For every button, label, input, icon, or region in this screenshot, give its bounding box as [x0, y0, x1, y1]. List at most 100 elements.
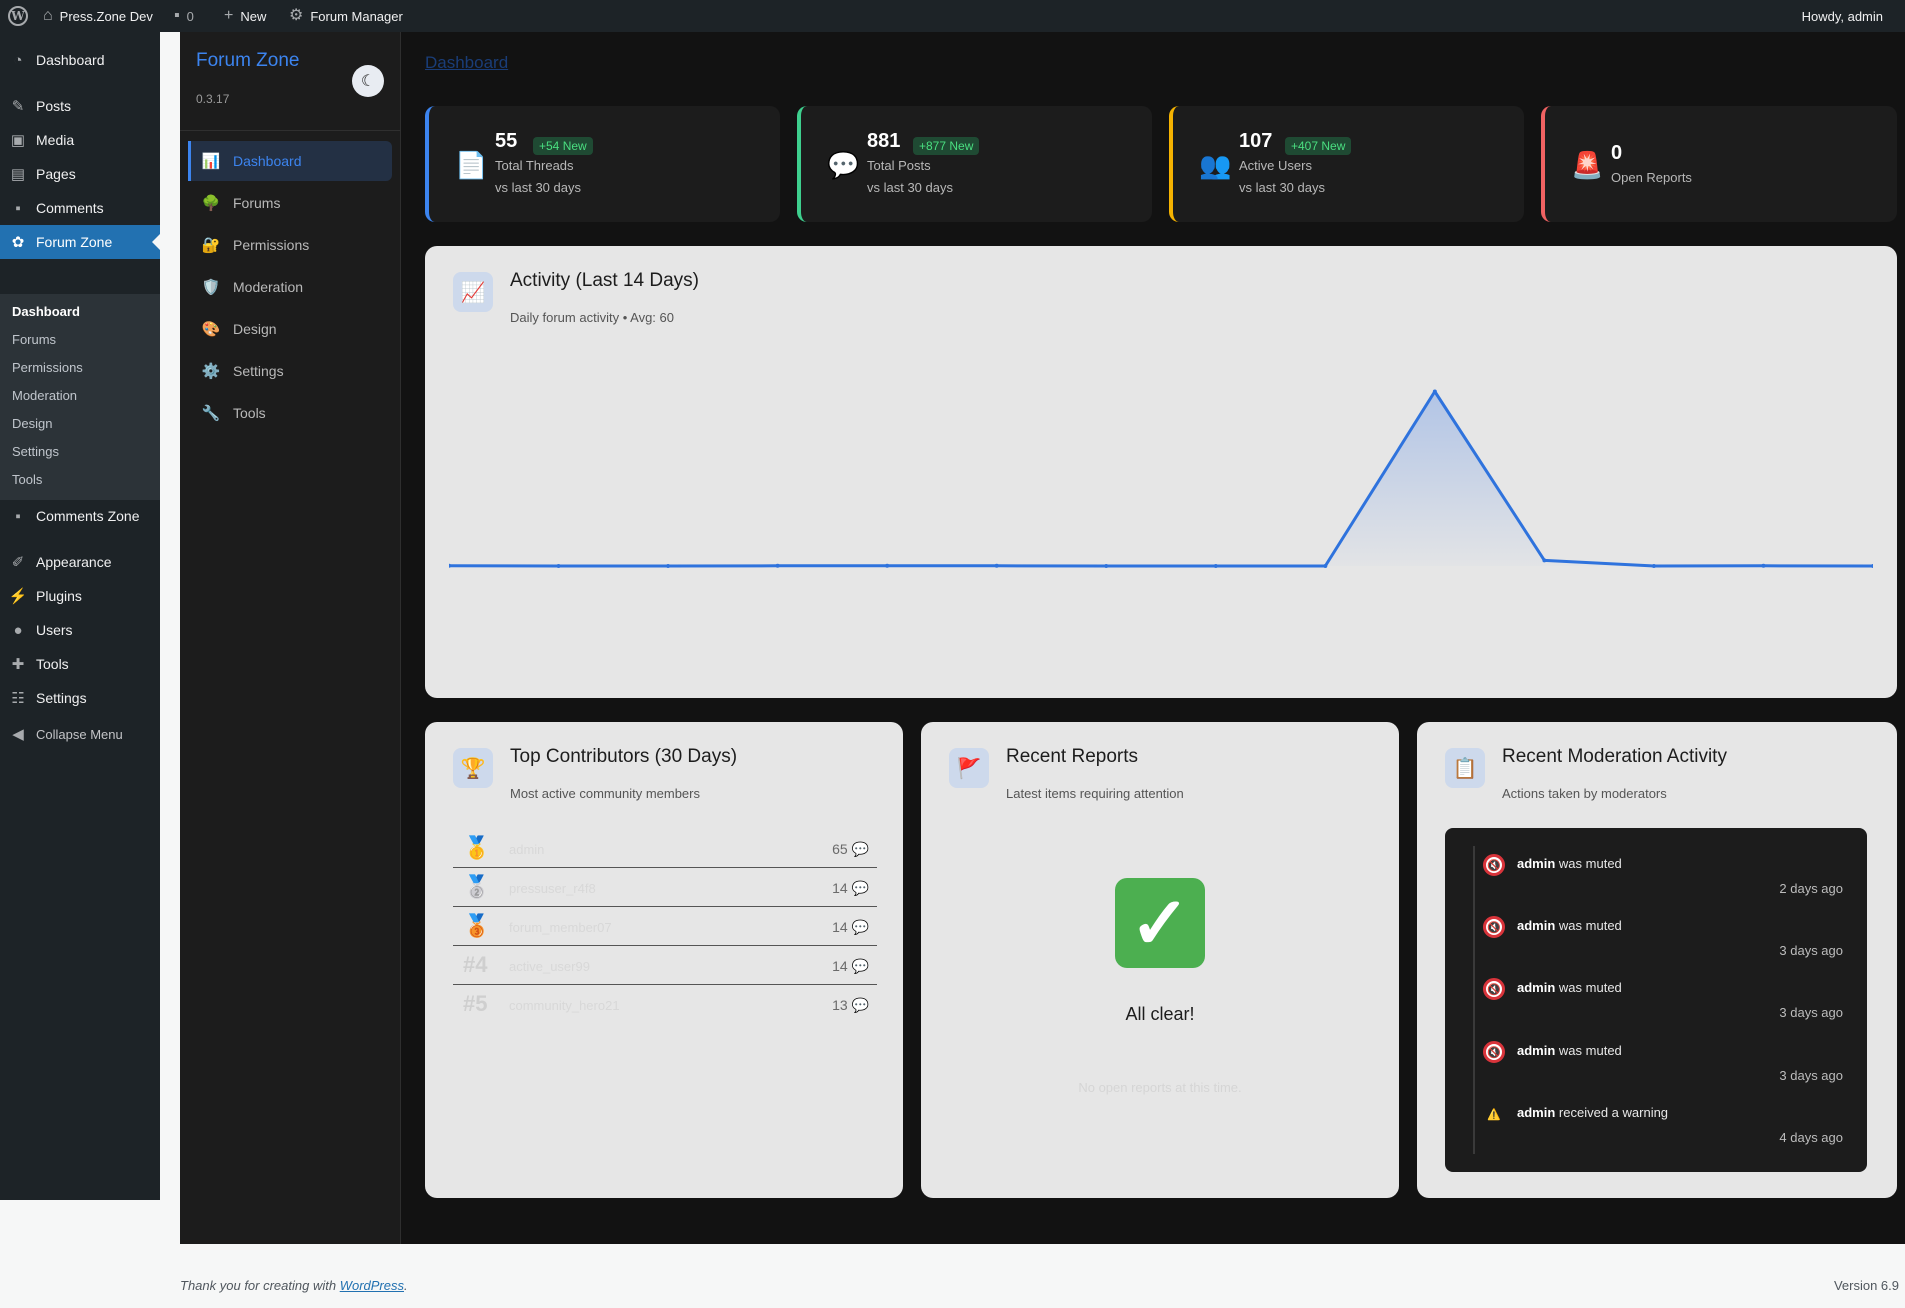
stat-label: Total Posts [867, 158, 931, 173]
menu-label: Comments Zone [36, 508, 140, 524]
menu-label: Forum Zone [36, 234, 113, 250]
comment-icon: ▪ [15, 507, 21, 525]
moderation-item: 🔇 admin was muted 3 days ago [1483, 910, 1843, 960]
comment-icon: ▪ [15, 199, 21, 217]
stat-label: Open Reports [1611, 170, 1692, 185]
menu-users[interactable]: ● Users [0, 613, 160, 647]
admin-bar: W ⌂ Press.Zone Dev ▪ 0 + New ⚙ Forum Man… [0, 0, 1905, 32]
forum-manager-link[interactable]: ⚙ Forum Manager [289, 0, 403, 32]
moderation-text: admin received a warning [1517, 1105, 1669, 1120]
contributor-name[interactable]: forum_member07 [509, 920, 612, 935]
menu-settings[interactable]: ☷ Settings [0, 681, 160, 715]
contributor-row[interactable]: #5 community_hero21 13 💬 [453, 986, 877, 1024]
speech-icon: 💬 [847, 880, 869, 896]
menu-label: Collapse Menu [36, 726, 123, 742]
stat-label: Active Users [1239, 158, 1312, 173]
submenu-tools[interactable]: Tools [12, 472, 42, 487]
menu-plugins[interactable]: ⚡ Plugins [0, 579, 160, 613]
contributor-row[interactable]: #4 active_user99 14 💬 [453, 947, 877, 985]
chart-point [1323, 564, 1328, 568]
collapse-menu-button[interactable]: ◀ Collapse Menu [0, 717, 160, 751]
menu-forum-zone[interactable]: ✿ Forum Zone [0, 225, 160, 259]
wordpress-logo-button[interactable]: W [8, 0, 28, 32]
chart-point [666, 564, 671, 568]
footer: Thank you for creating with WordPress. V… [180, 1244, 1905, 1308]
footer-thanks: Thank you for creating with WordPress. [180, 1278, 408, 1293]
nav-label: Forums [233, 195, 281, 211]
nav-settings[interactable]: ⚙️ Settings [188, 351, 392, 391]
chart-point [994, 563, 999, 568]
moderation-item: 🔇 admin was muted 3 days ago [1483, 972, 1843, 1022]
menu-label: Media [36, 132, 75, 148]
nav-moderation[interactable]: 🛡️ Moderation [188, 267, 392, 307]
sidebar-divider [180, 130, 401, 131]
site-name-link[interactable]: ⌂ Press.Zone Dev [43, 0, 153, 32]
menu-pages[interactable]: ▤ Pages [0, 157, 160, 191]
contributors-panel: 🏆 Top Contributors (30 Days) Most active… [425, 722, 903, 1198]
dark-mode-toggle[interactable]: ☾ [352, 65, 384, 97]
submenu-dashboard[interactable]: Dashboard [12, 304, 80, 319]
comments-link[interactable]: ▪ 0 [174, 0, 194, 32]
nav-tools[interactable]: 🔧 Tools [188, 393, 392, 433]
forum-zone-sidebar: Forum Zone 0.3.17 ☾ 📊 Dashboard 🌳 Forums 🔐… [180, 32, 401, 1244]
page-title: Dashboard [425, 53, 509, 72]
menu-appearance[interactable]: ✐ Appearance [0, 545, 160, 579]
new-label: New [240, 8, 267, 24]
pin-icon: ✎ [11, 98, 25, 115]
new-content-link[interactable]: + New [224, 0, 266, 32]
trophy-icon: 🏆 [453, 748, 493, 788]
stat-card-posts: 💬 881 +877 New Total Posts vs last 30 da… [797, 106, 1152, 222]
howdy-text: Howdy, admin [1801, 8, 1883, 24]
stat-sub: vs last 30 days [867, 180, 953, 195]
submenu-settings[interactable]: Settings [12, 444, 59, 459]
menu-comments-zone[interactable]: ▪ Comments Zone [0, 499, 160, 533]
nav-forums[interactable]: 🌳 Forums [188, 183, 392, 223]
wordpress-link[interactable]: WordPress [340, 1278, 404, 1293]
palette-icon: 🎨 [201, 321, 221, 338]
menu-comments[interactable]: ▪ Comments [0, 191, 160, 225]
submenu-forums[interactable]: Forums [12, 332, 56, 347]
nav-design[interactable]: 🎨 Design [188, 309, 392, 349]
submenu-permissions[interactable]: Permissions [12, 360, 83, 375]
empty-state-title: All clear! [1125, 1004, 1195, 1024]
chart-point [1432, 389, 1437, 394]
menu-tools[interactable]: ✚ Tools [0, 647, 160, 681]
nav-permissions[interactable]: 🔐 Permissions [188, 225, 392, 265]
contributor-row[interactable]: 🥈 pressuser_r4f8 14 💬 [453, 869, 877, 907]
moderation-text: admin was muted [1517, 856, 1622, 871]
activity-chart [449, 389, 1873, 568]
timeline-line [1473, 846, 1475, 1154]
stat-label: Total Threads [495, 158, 574, 173]
home-icon: ⌂ [43, 7, 53, 24]
my-account-link[interactable]: Howdy, admin [1802, 0, 1883, 32]
menu-media[interactable]: ▣ Media [0, 123, 160, 157]
nav-dashboard[interactable]: 📊 Dashboard [188, 141, 392, 181]
contributors-subtitle: Most active community members [510, 786, 700, 801]
chart-point [775, 563, 780, 568]
contributor-name[interactable]: admin [509, 842, 544, 857]
contributor-name[interactable]: active_user99 [509, 959, 590, 974]
moderation-item: 🔇 admin was muted 3 days ago [1483, 1035, 1843, 1085]
contributor-row[interactable]: 🥇 admin 65 💬 [453, 830, 877, 868]
collapse-icon: ◀ [12, 726, 24, 743]
siren-icon: 🚨 [1571, 150, 1604, 180]
speech-icon: 💬 [847, 919, 869, 935]
submenu-design[interactable]: Design [12, 416, 52, 431]
stat-card-threads: 📄 55 +54 New Total Threads vs last 30 da… [425, 106, 780, 222]
contributor-name[interactable]: community_hero21 [509, 998, 620, 1013]
chart-point [1651, 564, 1656, 568]
submenu-moderation[interactable]: Moderation [12, 388, 77, 403]
chart-point [1104, 564, 1109, 568]
menu-posts[interactable]: ✎ Posts [0, 89, 160, 123]
contributor-row[interactable]: 🥉 forum_member07 14 💬 [453, 908, 877, 946]
menu-label: Appearance [36, 554, 112, 570]
nav-label: Permissions [233, 237, 310, 253]
contributor-name[interactable]: pressuser_r4f8 [509, 881, 596, 896]
stat-value: 0 [1611, 142, 1623, 164]
stat-card-users: 👥 107 +407 New Active Users vs last 30 d… [1169, 106, 1524, 222]
shield-icon: 🛡️ [201, 279, 221, 296]
menu-dashboard[interactable]: ◔ Dashboard [0, 43, 160, 77]
contributor-count: 65 💬 [832, 841, 869, 857]
check-mark-icon: ✓ [1115, 878, 1205, 968]
stat-badge: +54 New [533, 137, 593, 155]
